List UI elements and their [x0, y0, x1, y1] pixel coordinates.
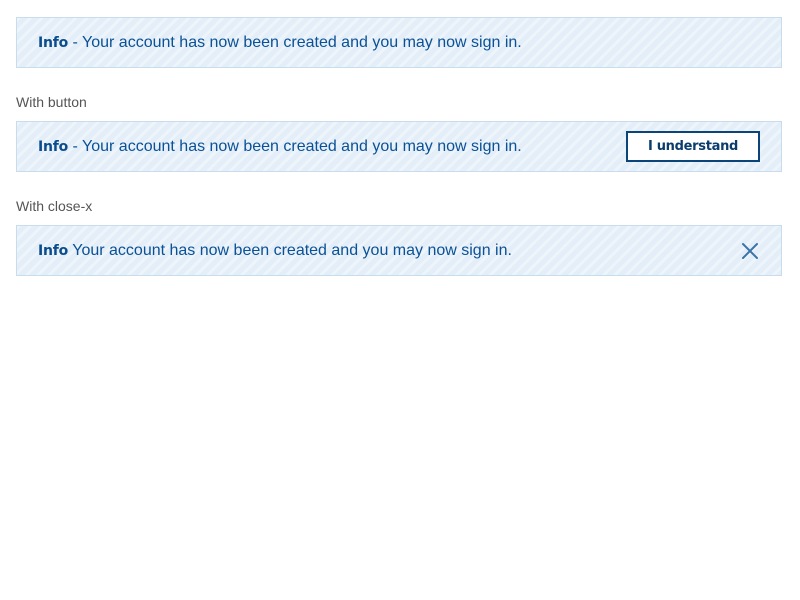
notice-separator: -: [68, 137, 83, 155]
notice-title: Info: [38, 34, 69, 51]
notice-separator: -: [68, 33, 83, 51]
notice-text: Info Your account has now been created a…: [38, 242, 740, 260]
notice-message: Your account has now been created and yo…: [72, 241, 512, 259]
notice-message: Your account has now been created and yo…: [82, 33, 522, 51]
page: Info - Your account has now been created…: [0, 0, 800, 600]
i-understand-button[interactable]: I understand: [626, 131, 760, 162]
notice-message: Your account has now been created and yo…: [82, 137, 522, 155]
info-notice-with-button: Info - Your account has now been created…: [16, 121, 782, 172]
close-icon: [742, 242, 758, 259]
section-label-with-close: With close-x: [16, 198, 93, 214]
info-notice-with-close: Info Your account has now been created a…: [16, 225, 782, 276]
notice-title: Info: [38, 242, 69, 259]
section-label-with-button: With button: [16, 94, 87, 110]
info-notice: Info - Your account has now been created…: [16, 17, 782, 68]
close-button[interactable]: [740, 241, 760, 261]
notice-text: Info - Your account has now been created…: [38, 138, 626, 156]
notice-title: Info: [38, 138, 69, 155]
notice-text: Info - Your account has now been created…: [38, 34, 760, 52]
